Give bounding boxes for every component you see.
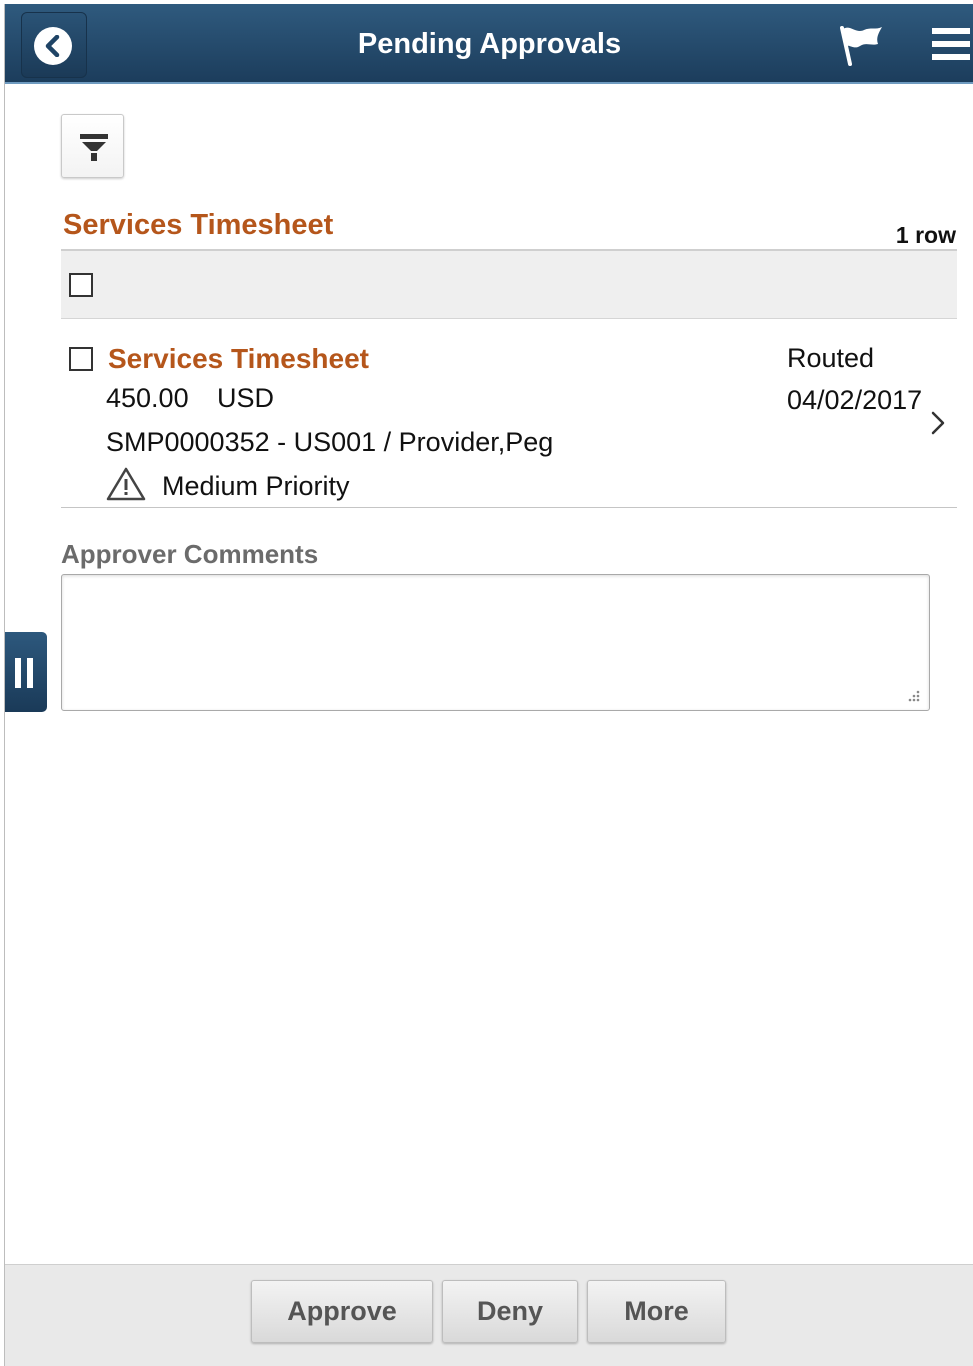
list-item[interactable]: Services Timesheet 450.00 USD SMP0000352… bbox=[61, 320, 957, 508]
section-title: Services Timesheet bbox=[63, 209, 334, 241]
comments-label: Approver Comments bbox=[61, 539, 319, 569]
item-title[interactable]: Services Timesheet bbox=[108, 343, 369, 375]
footer-toolbar: Approve Deny More bbox=[5, 1264, 973, 1366]
select-all-row bbox=[61, 249, 957, 319]
pause-icon-bar bbox=[27, 658, 33, 688]
item-currency: USD bbox=[217, 383, 275, 413]
flag-icon[interactable] bbox=[838, 24, 886, 73]
select-all-checkbox[interactable] bbox=[69, 273, 93, 297]
item-priority: Medium Priority bbox=[162, 471, 350, 501]
deny-button[interactable]: Deny bbox=[442, 1280, 578, 1343]
pause-icon bbox=[15, 658, 21, 688]
item-status: Routed bbox=[787, 343, 875, 373]
warning-icon bbox=[105, 466, 147, 507]
hamburger-menu-icon[interactable] bbox=[932, 26, 970, 67]
page-frame: Pending Approvals Services Timesheet 1 r… bbox=[4, 4, 973, 1366]
row-count: 1 row bbox=[895, 222, 956, 248]
item-amount: 450.00 bbox=[106, 383, 189, 413]
header-bar: Pending Approvals bbox=[5, 4, 973, 84]
chevron-right-icon[interactable] bbox=[930, 410, 946, 441]
page-title: Pending Approvals bbox=[357, 28, 622, 60]
item-description: SMP0000352 - US001 / Provider,Peg bbox=[106, 427, 554, 457]
item-date: 04/02/2017 bbox=[787, 385, 923, 415]
filter-button[interactable] bbox=[61, 114, 124, 178]
side-panel-toggle[interactable] bbox=[5, 632, 47, 712]
more-button[interactable]: More bbox=[587, 1280, 726, 1343]
approver-comments-input[interactable] bbox=[61, 574, 930, 711]
item-checkbox[interactable] bbox=[69, 347, 93, 371]
resize-grip-icon[interactable] bbox=[905, 688, 921, 709]
approve-button[interactable]: Approve bbox=[251, 1280, 433, 1343]
